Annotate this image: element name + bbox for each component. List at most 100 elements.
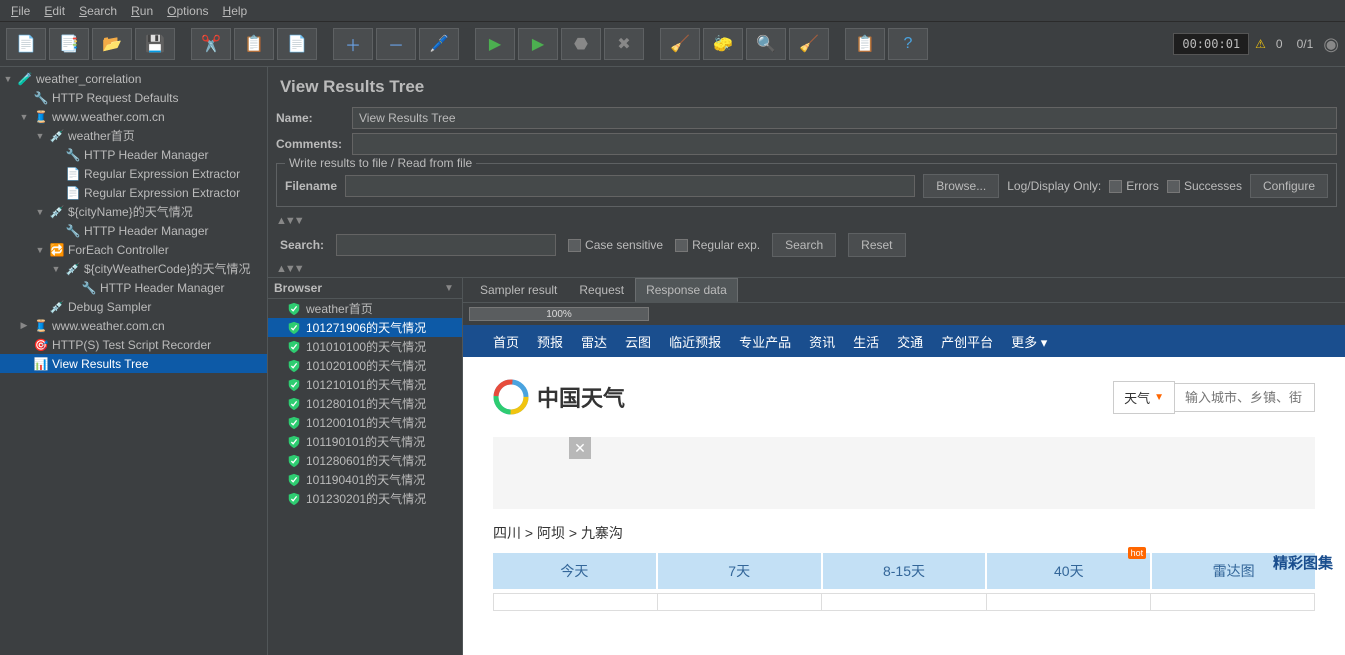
paste-button[interactable]: 📄 [277, 28, 317, 60]
help-button[interactable]: ? [888, 28, 928, 60]
function-helper-button[interactable]: 📋 [845, 28, 885, 60]
collapse-button[interactable]: － [376, 28, 416, 60]
result-item[interactable]: 101020100的天气情况 [268, 356, 462, 375]
search-button[interactable]: Search [772, 233, 836, 257]
result-item[interactable]: 101280601的天气情况 [268, 451, 462, 470]
tree-node-recorder[interactable]: 🎯HTTP(S) Test Script Recorder [0, 335, 267, 354]
forecast-cell[interactable] [821, 593, 985, 611]
checkbox-icon[interactable] [675, 239, 688, 252]
menu-edit[interactable]: Edit [37, 2, 72, 20]
browser-render-view[interactable]: 首页预报雷达云图临近预报专业产品资讯生活交通产创平台更多 ▾ 中国天气 天气▼ … [463, 325, 1345, 655]
renderer-select[interactable]: Browser [274, 281, 442, 295]
result-item[interactable]: 101210101的天气情况 [268, 375, 462, 394]
tree-node-sampler[interactable]: ▼💉${cityName}的天气情况 [0, 202, 267, 221]
comments-input[interactable] [352, 133, 1337, 155]
tree-node-foreach[interactable]: ▼🔁ForEach Controller [0, 240, 267, 259]
weather-search-type[interactable]: 天气▼ [1113, 381, 1175, 414]
successes-checkbox-wrap[interactable]: Successes [1167, 179, 1242, 193]
weather-nav-item[interactable]: 预报 [537, 332, 563, 351]
tree-node-view-results[interactable]: 📊View Results Tree [0, 354, 267, 373]
forecast-cell[interactable] [1150, 593, 1315, 611]
expand-button[interactable]: ＋ [333, 28, 373, 60]
tree-node-regex[interactable]: 📄Regular Expression Extractor [0, 164, 267, 183]
forecast-tab[interactable]: 40天hot [987, 553, 1152, 589]
weather-nav-item[interactable]: 更多 ▾ [1011, 332, 1047, 351]
search-tool-button[interactable]: 🔍 [746, 28, 786, 60]
search-input[interactable] [336, 234, 556, 256]
weather-nav-item[interactable]: 交通 [897, 332, 923, 351]
result-item[interactable]: weather首页 [268, 299, 462, 318]
weather-nav-item[interactable]: 首页 [493, 332, 519, 351]
tree-toggle-icon[interactable]: ▼ [2, 74, 14, 84]
tree-node-header-mgr[interactable]: 🔧HTTP Header Manager [0, 221, 267, 240]
weather-nav-item[interactable]: 云图 [625, 332, 651, 351]
tree-toggle-icon[interactable]: ▼ [34, 245, 46, 255]
open-button[interactable]: 📂 [92, 28, 132, 60]
reset-button[interactable]: Reset [848, 233, 905, 257]
weather-search-input[interactable] [1175, 383, 1315, 412]
result-item[interactable]: 101200101的天气情况 [268, 413, 462, 432]
forecast-tab[interactable]: 7天 [658, 553, 823, 589]
tree-toggle-icon[interactable]: ▶ [18, 320, 30, 331]
chevron-down-icon[interactable]: ▼ [442, 283, 456, 294]
tab-response-data[interactable]: Response data [635, 278, 738, 302]
results-list[interactable]: weather首页101271906的天气情况101010100的天气情况101… [268, 299, 462, 655]
cut-button[interactable]: ✂️ [191, 28, 231, 60]
collapse-arrows[interactable]: ▲▼▼ [268, 261, 1345, 277]
browse-button[interactable]: Browse... [923, 174, 999, 198]
forecast-cell[interactable] [657, 593, 821, 611]
result-item[interactable]: 101190101的天气情况 [268, 432, 462, 451]
clear-button[interactable]: 🧹 [660, 28, 700, 60]
tree-node-debug[interactable]: 💉Debug Sampler [0, 297, 267, 316]
templates-button[interactable]: 📑 [49, 28, 89, 60]
tree-node-testplan[interactable]: ▼🧪weather_correlation [0, 69, 267, 88]
weather-nav-item[interactable]: 资讯 [809, 332, 835, 351]
close-icon[interactable]: ✕ [569, 437, 591, 459]
forecast-tab[interactable]: 8-15天 [823, 553, 988, 589]
tab-request[interactable]: Request [568, 278, 635, 302]
weather-nav-item[interactable]: 专业产品 [739, 332, 791, 351]
tree-toggle-icon[interactable]: ▼ [34, 131, 46, 141]
breadcrumb-link[interactable]: 阿坝 [537, 525, 565, 541]
forecast-cell[interactable] [493, 593, 657, 611]
weather-nav-item[interactable]: 雷达 [581, 332, 607, 351]
checkbox-icon[interactable] [1109, 180, 1122, 193]
tree-node-sampler[interactable]: ▼💉${cityWeatherCode}的天气情况 [0, 259, 267, 278]
tab-sampler-result[interactable]: Sampler result [469, 278, 568, 302]
tree-node-header-mgr[interactable]: 🔧HTTP Header Manager [0, 145, 267, 164]
menu-help[interactable]: Help [216, 2, 255, 20]
start-no-timer-button[interactable]: ▶ [518, 28, 558, 60]
tree-node-defaults[interactable]: 🔧HTTP Request Defaults [0, 88, 267, 107]
stop-button[interactable]: ⬣ [561, 28, 601, 60]
new-button[interactable]: 📄 [6, 28, 46, 60]
start-button[interactable]: ▶ [475, 28, 515, 60]
menu-options[interactable]: Options [160, 2, 215, 20]
tree-node-threadgroup[interactable]: ▼🧵www.weather.com.cn [0, 107, 267, 126]
filename-input[interactable] [345, 175, 915, 197]
save-button[interactable]: 💾 [135, 28, 175, 60]
tree-node-threadgroup[interactable]: ▶🧵www.weather.com.cn [0, 316, 267, 335]
tree-node-sampler[interactable]: ▼💉weather首页 [0, 126, 267, 145]
errors-checkbox-wrap[interactable]: Errors [1109, 179, 1159, 193]
tree-node-regex[interactable]: 📄Regular Expression Extractor [0, 183, 267, 202]
collapse-arrows[interactable]: ▲▼▼ [268, 213, 1345, 229]
checkbox-icon[interactable] [1167, 180, 1180, 193]
menu-run[interactable]: Run [124, 2, 160, 20]
result-item[interactable]: 101010100的天气情况 [268, 337, 462, 356]
name-input[interactable] [352, 107, 1337, 129]
toggle-button[interactable]: 🖊️ [419, 28, 459, 60]
shutdown-button[interactable]: ✖ [604, 28, 644, 60]
menu-file[interactable]: File [4, 2, 37, 20]
tree-toggle-icon[interactable]: ▼ [50, 264, 62, 274]
menu-search[interactable]: Search [72, 2, 124, 20]
gallery-heading[interactable]: 精彩图集 [1261, 546, 1345, 579]
copy-button[interactable]: 📋 [234, 28, 274, 60]
tree-toggle-icon[interactable]: ▼ [18, 112, 30, 122]
weather-nav-item[interactable]: 临近预报 [669, 332, 721, 351]
forecast-tab[interactable]: 今天 [493, 553, 658, 589]
tree-node-header-mgr[interactable]: 🔧HTTP Header Manager [0, 278, 267, 297]
clear-all-button[interactable]: 🧽 [703, 28, 743, 60]
forecast-cell[interactable] [986, 593, 1150, 611]
result-item[interactable]: 101271906的天气情况 [268, 318, 462, 337]
weather-nav-item[interactable]: 生活 [853, 332, 879, 351]
